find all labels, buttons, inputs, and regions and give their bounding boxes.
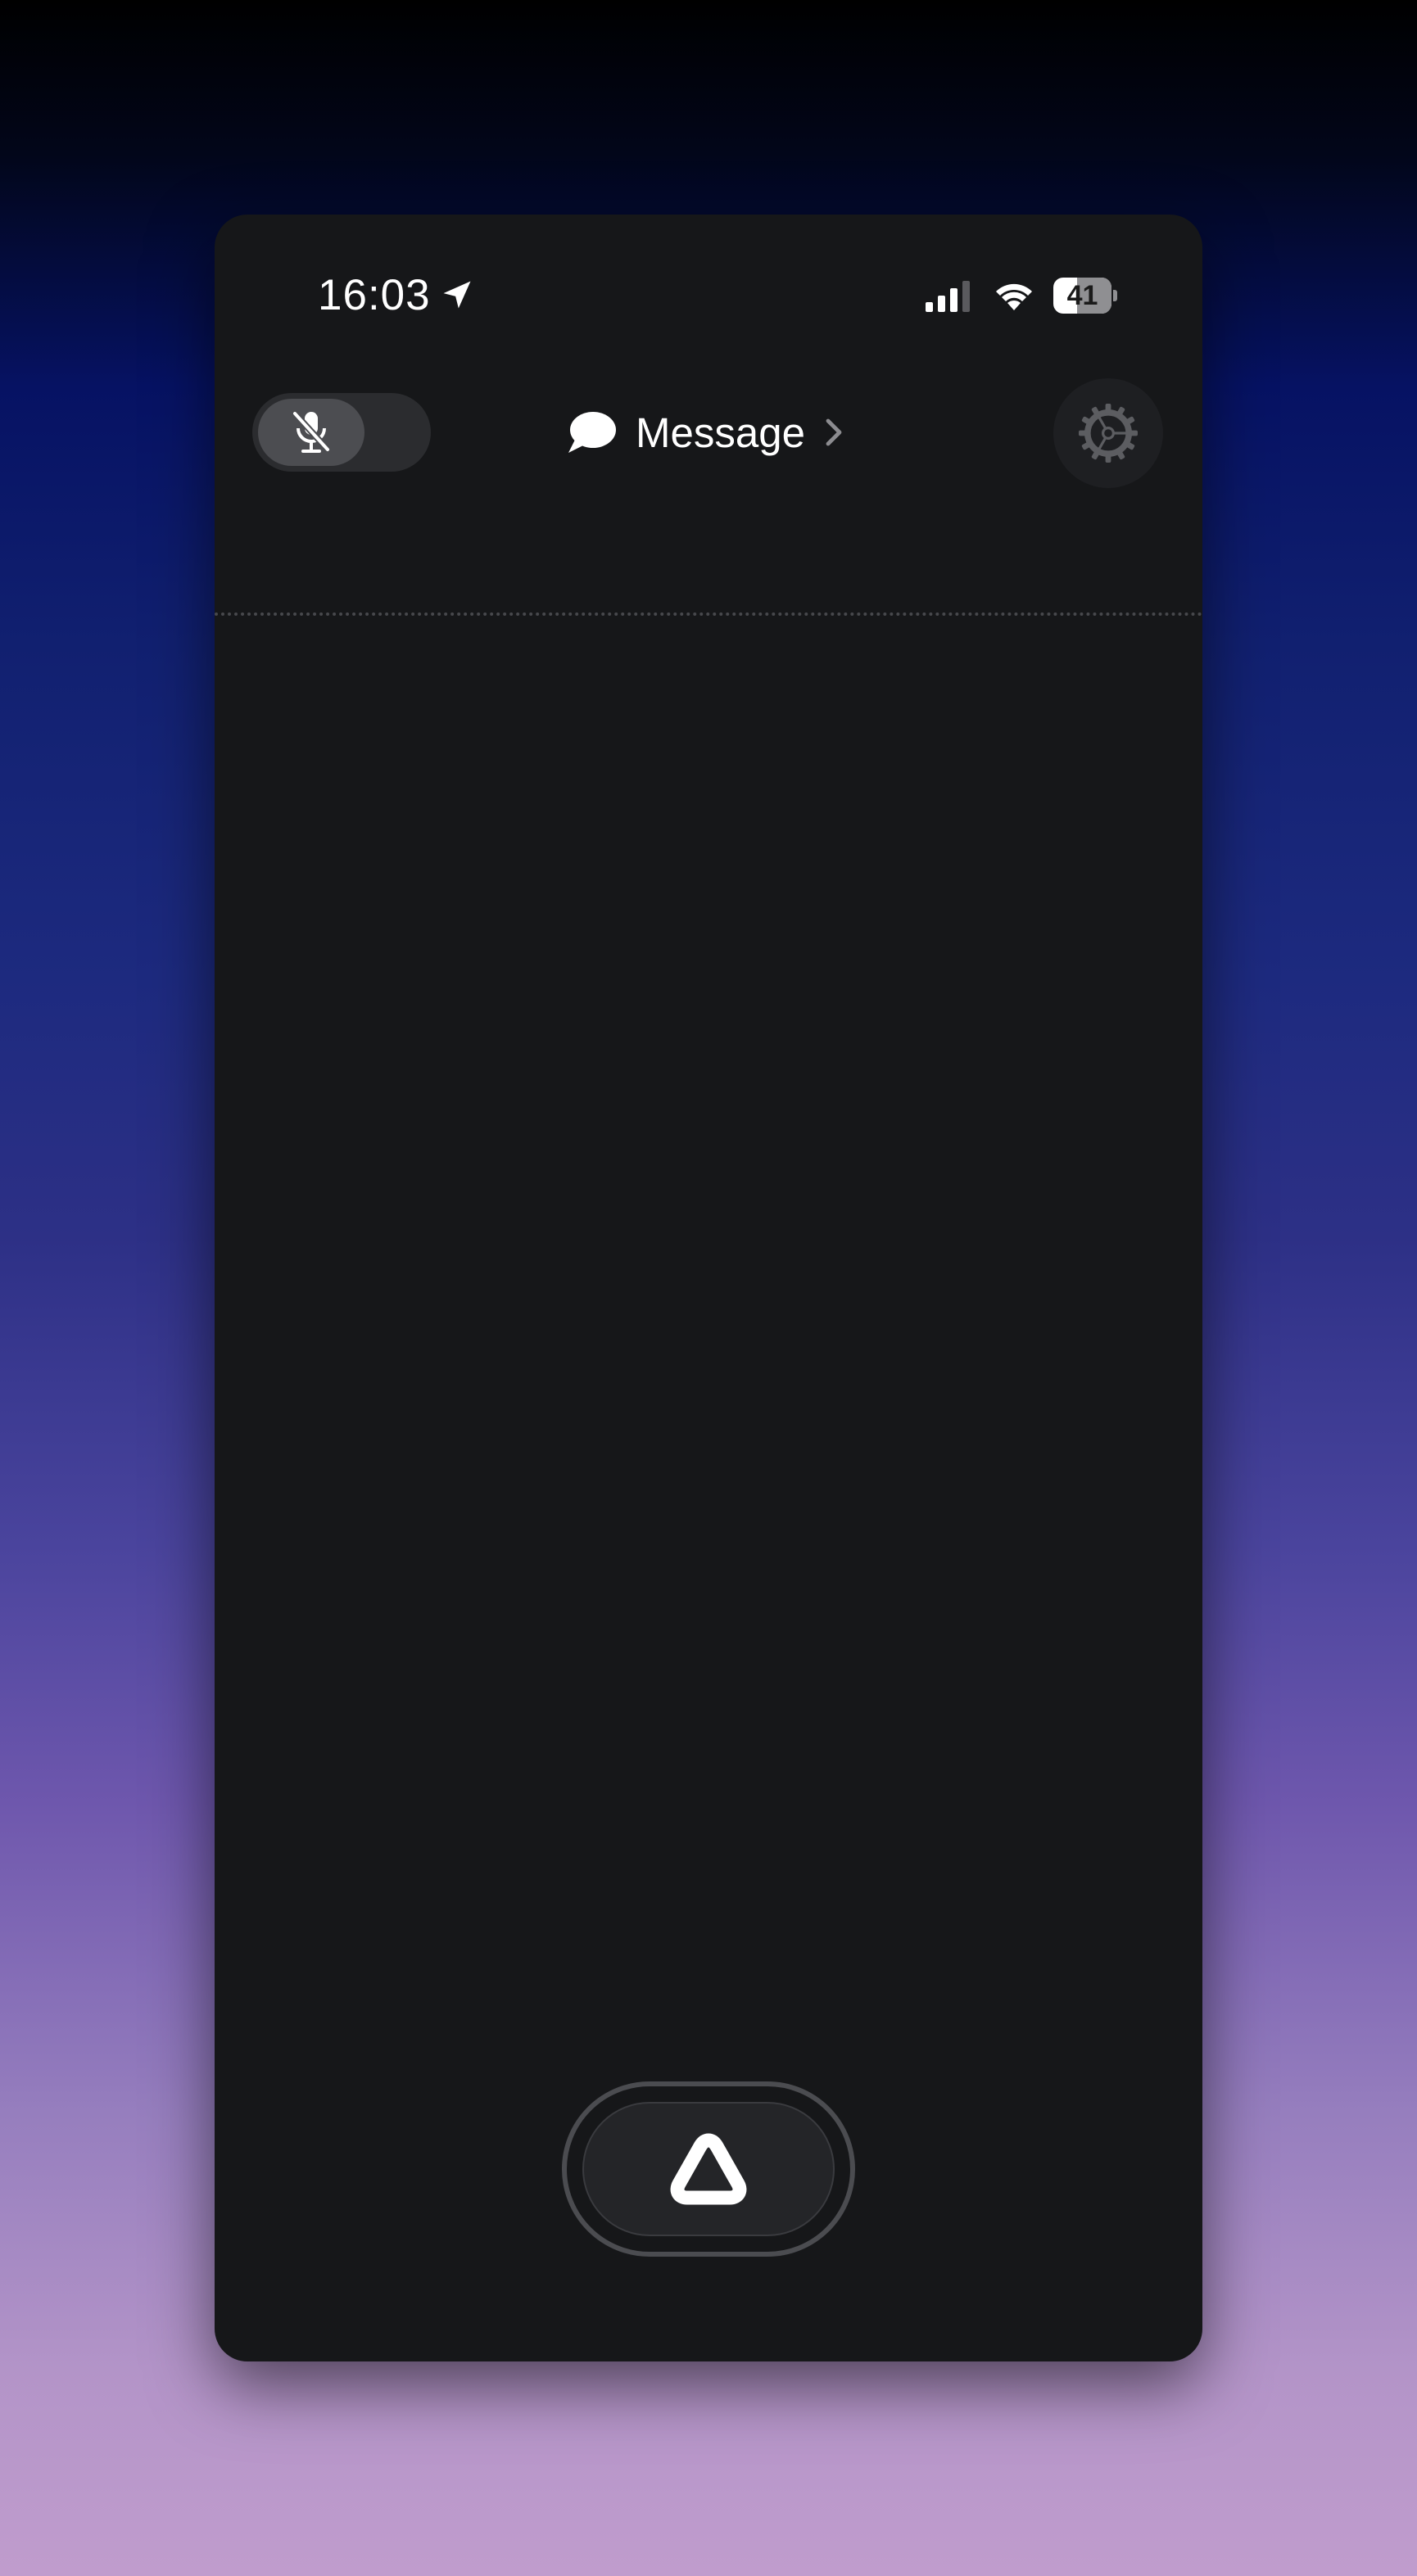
- wifi-icon: [996, 283, 1032, 310]
- battery-body: 41: [1053, 278, 1112, 314]
- settings-button[interactable]: [1053, 378, 1163, 488]
- status-indicators: 41: [926, 273, 1117, 318]
- primary-action-button-inner[interactable]: [582, 2102, 835, 2236]
- location-arrow-icon: [443, 281, 471, 309]
- speech-bubble-icon: [568, 412, 616, 453]
- status-time: 16:03: [318, 269, 475, 321]
- app-window: 16:03 41 Message: [215, 215, 1202, 2361]
- mute-toggle-knob[interactable]: [258, 399, 364, 466]
- chevron-right-icon: [826, 418, 842, 446]
- header-divider: [215, 612, 1202, 616]
- cellular-signal-icon: [926, 281, 970, 312]
- battery-cap: [1113, 290, 1117, 301]
- status-time-text: 16:03: [318, 270, 431, 319]
- gear-icon: [1079, 404, 1138, 463]
- primary-action-button[interactable]: [562, 2081, 855, 2257]
- message-button[interactable]: Message: [567, 398, 843, 467]
- message-label: Message: [636, 409, 805, 456]
- mute-toggle[interactable]: [252, 393, 431, 472]
- battery-level-text: 41: [1066, 279, 1098, 311]
- rounded-triangle-icon: [670, 2133, 747, 2205]
- battery-indicator: 41: [1053, 278, 1117, 314]
- mic-off-icon: [292, 411, 330, 453]
